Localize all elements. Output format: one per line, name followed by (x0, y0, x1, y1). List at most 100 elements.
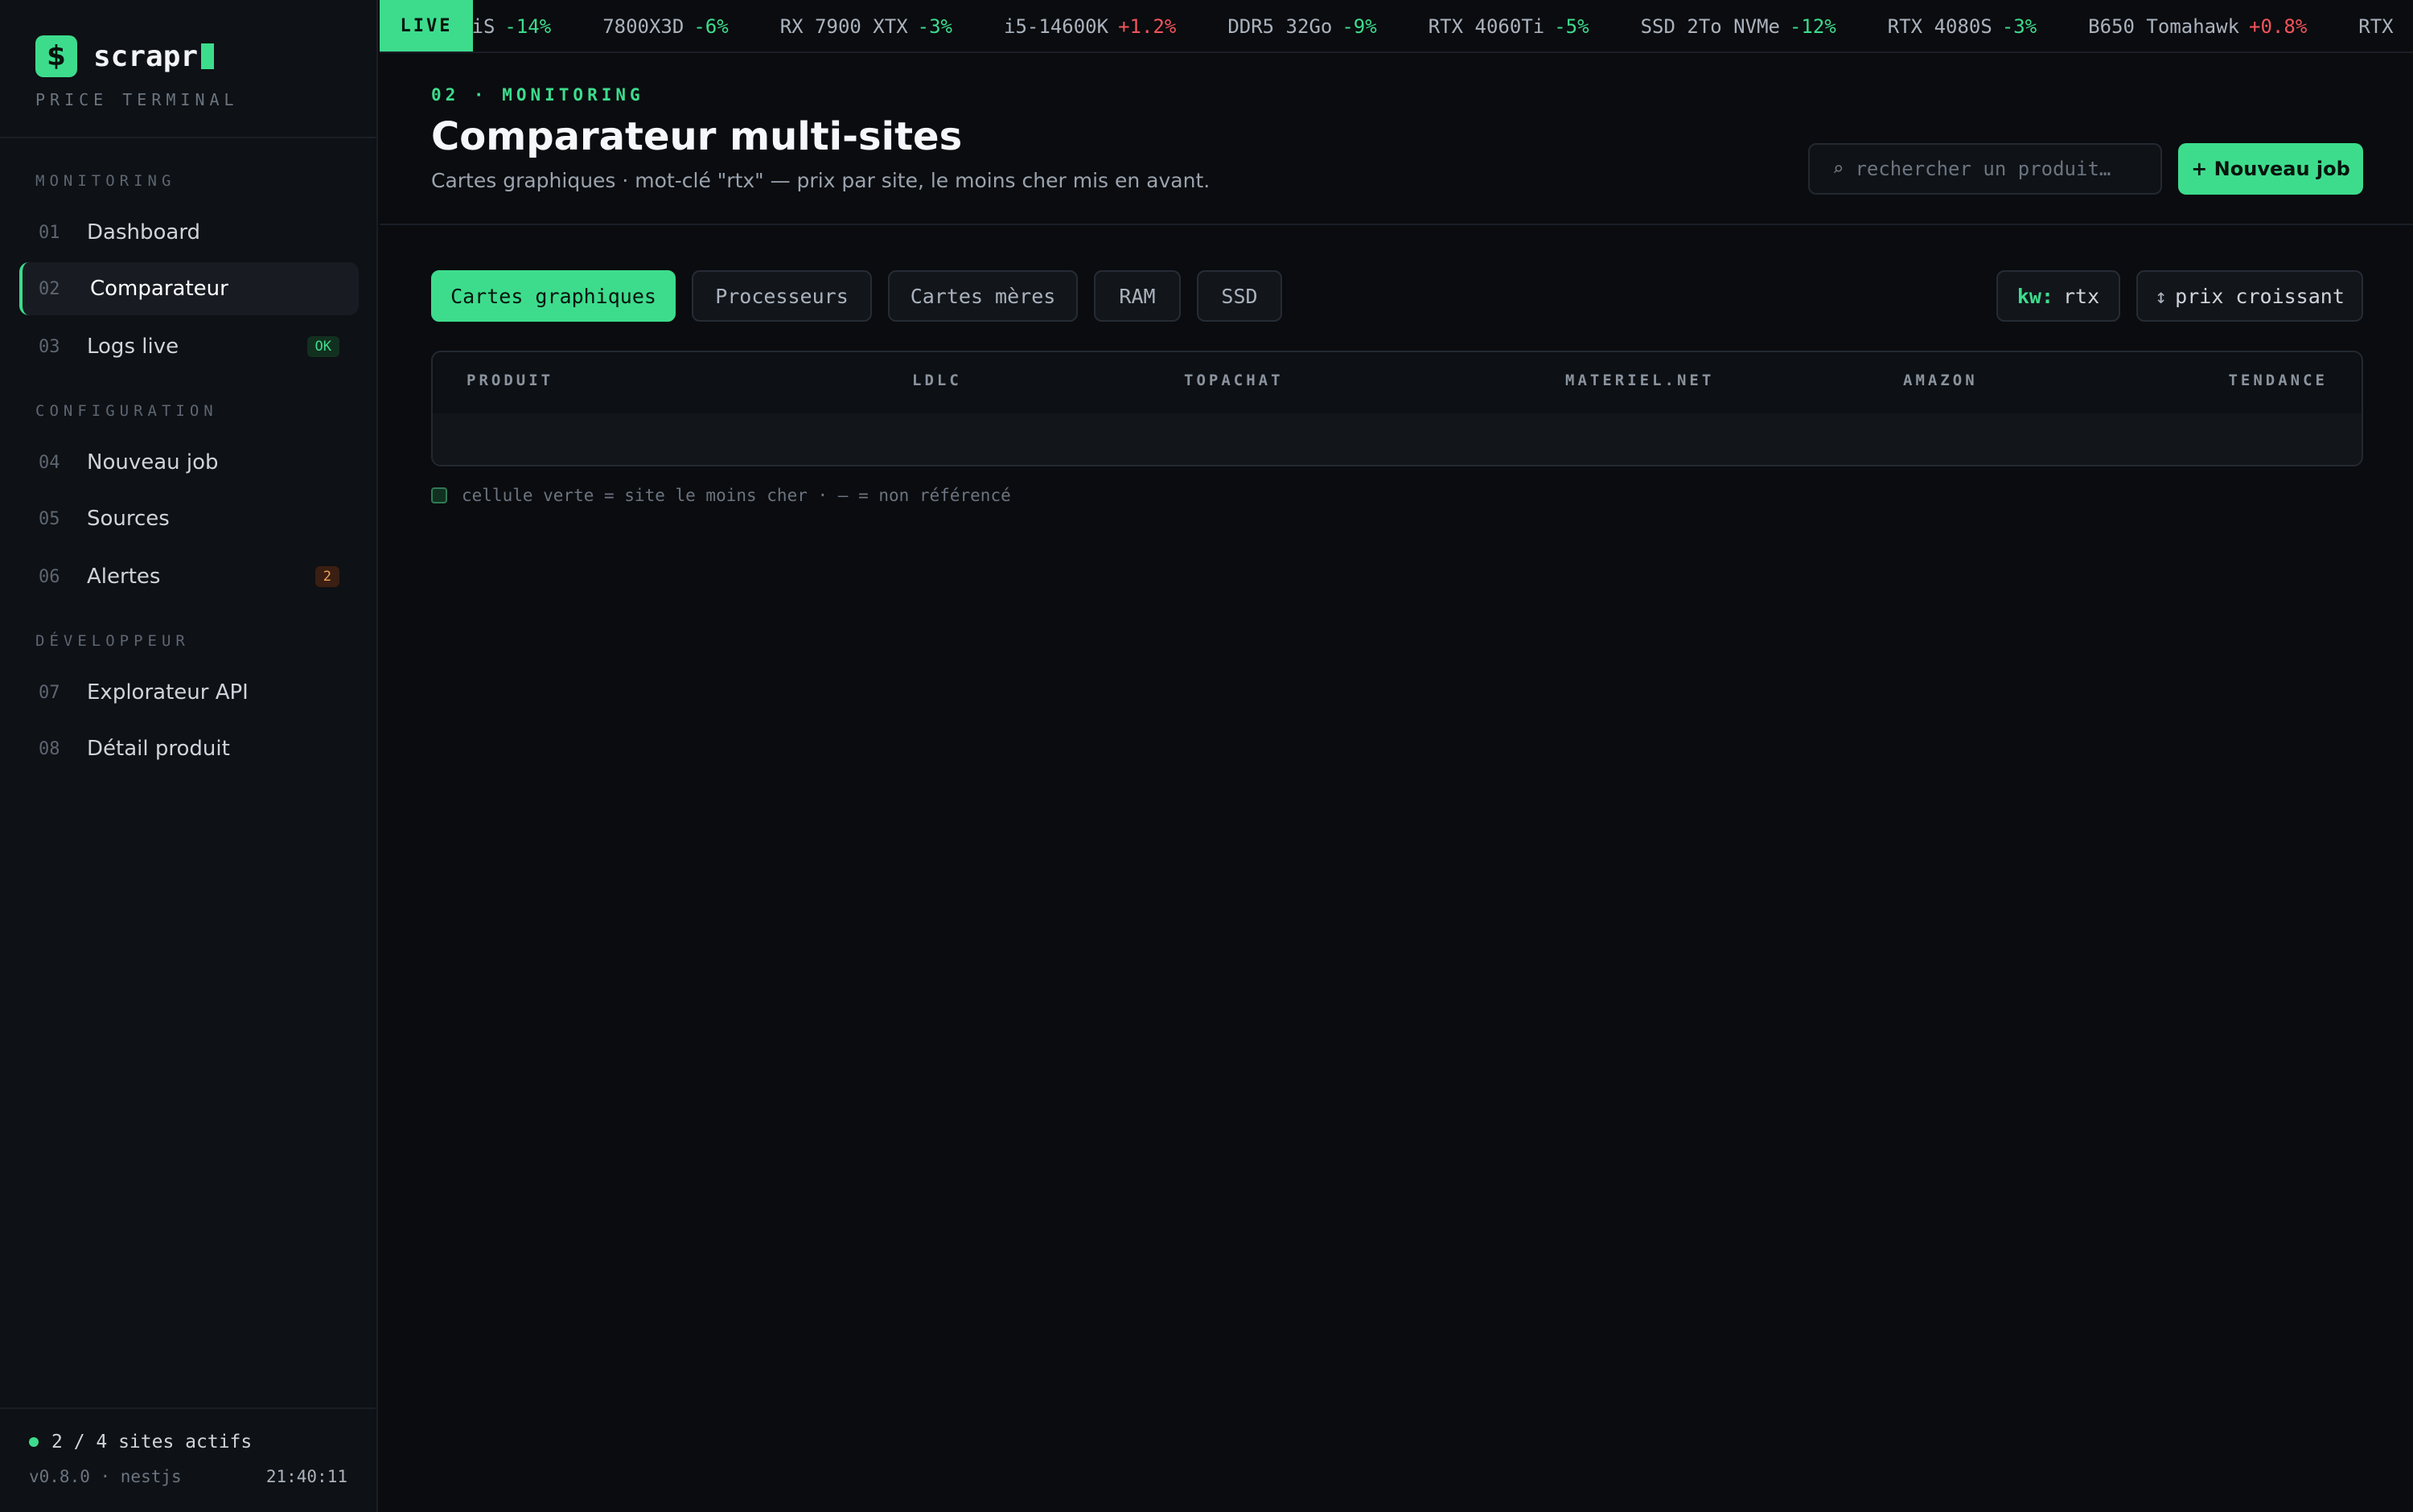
ticker-price-change: +0.8% (2249, 15, 2308, 38)
ticker-price-change: -6% (693, 15, 729, 38)
status-badge-ok: OK (306, 336, 339, 357)
ticker-item: RX 7900 XTX -3% (780, 15, 952, 38)
ticker-price-change: -5% (1554, 15, 1589, 38)
sidebar-item-sources[interactable]: 05 Sources (19, 492, 359, 545)
ticker-item: i5-14600K +1.2% (1004, 15, 1176, 38)
nav-label: Logs live (87, 335, 179, 359)
divider (0, 137, 376, 138)
sidebar-item-logs-live[interactable]: 03 Logs live OK (19, 320, 359, 373)
column-header-materiel-net[interactable]: MATERIEL.NET (1565, 372, 1714, 389)
tab-processeurs[interactable]: Processeurs (692, 270, 872, 322)
legend-text: cellule verte = site le moins cher · — =… (462, 486, 1011, 505)
ticker-track: RTX 4070 TiS-14%7800X3D-6%RX 7900 XTX-3%… (380, 0, 2413, 51)
live-badge: LIVE (380, 0, 473, 51)
price-ticker: LIVE RTX 4070 TiS-14%7800X3D-6%RX 7900 X… (380, 0, 2413, 53)
nav-number: 01 (39, 222, 60, 243)
column-header-tendance[interactable]: TENDANCE (2228, 372, 2328, 389)
ticker-price-change: -9% (1342, 15, 1377, 38)
ticker-price-change: -3% (917, 15, 953, 38)
sort-label: prix croissant (2175, 284, 2345, 308)
section-title-developpeur: DÉVELOPPEUR (35, 632, 190, 650)
column-header-produit[interactable]: PRODUIT (467, 372, 553, 389)
nav-number: 02 (39, 278, 60, 299)
nav-number: 06 (39, 566, 60, 587)
ticker-price-change: +1.2% (1118, 15, 1177, 38)
sidebar-item-comparateur[interactable]: 02 Comparateur (19, 262, 359, 315)
ticker-price-change: -3% (2001, 15, 2037, 38)
nav-label: Dashboard (87, 220, 201, 244)
column-header-topachat[interactable]: TOPACHAT (1184, 372, 1284, 389)
app-version: v0.8.0 · nestjs (29, 1467, 182, 1486)
table-row (433, 413, 2362, 465)
section-title-monitoring: MONITORING (35, 172, 176, 190)
alert-count-badge: 2 (314, 566, 339, 587)
search-icon: ⌕ (1832, 158, 1844, 180)
ticker-item: RTX (2358, 15, 2393, 38)
nav-number: 08 (39, 738, 60, 759)
nav-number: 05 (39, 508, 60, 529)
sidebar-item-nouveau-job[interactable]: 04 Nouveau job (19, 436, 359, 489)
ticker-product-name: RTX 4080S (1887, 15, 1992, 38)
ticker-product-name: RTX (2358, 15, 2394, 38)
ticker-item: SSD 2To NVMe -12% (1641, 15, 1836, 38)
search-input[interactable]: ⌕ rechercher un produit… (1808, 143, 2162, 195)
ticker-price-change: -14% (504, 15, 552, 38)
cursor-block-icon (201, 43, 215, 69)
ticker-product-name: B650 Tomahawk (2088, 15, 2240, 38)
ticker-product-name: RX 7900 XTX (779, 15, 908, 38)
ticker-item: RTX 4060Ti -5% (1428, 15, 1589, 38)
ticker-item: B650 Tomahawk +0.8% (2088, 15, 2307, 38)
nav-label: Comparateur (90, 277, 228, 301)
brand-name-text: scrapr (93, 39, 199, 73)
sidebar-item-alertes[interactable]: 06 Alertes 2 (19, 550, 359, 603)
new-job-button[interactable]: + Nouveau job (2178, 143, 2363, 195)
page-subtitle: Cartes graphiques · mot-clé "rtx" — prix… (431, 169, 1211, 192)
keyword-value: rtx (2063, 284, 2100, 308)
clock: 21:40:11 (265, 1467, 347, 1486)
column-header-amazon[interactable]: AMAZON (1903, 372, 1978, 389)
ticker-item: DDR5 32Go -9% (1227, 15, 1376, 38)
comparison-table: PRODUIT LDLC TOPACHAT MATERIEL.NET AMAZO… (431, 351, 2363, 466)
divider (0, 1407, 376, 1409)
nav-number: 04 (39, 452, 60, 473)
ticker-product-name: 7800X3D (602, 15, 684, 38)
keyword-filter[interactable]: kw: rtx (1996, 270, 2120, 322)
ticker-item: 7800X3D -6% (602, 15, 729, 38)
keyword-key: kw: (2016, 284, 2053, 308)
nav-number: 03 (39, 336, 60, 357)
sidebar-item-dashboard[interactable]: 01 Dashboard (19, 206, 359, 259)
ticker-product-name: SSD 2To NVMe (1640, 15, 1780, 38)
brand-subtitle: PRICE TERMINAL (35, 90, 239, 109)
tab-ram[interactable]: RAM (1094, 270, 1181, 322)
nav-label: Nouveau job (87, 450, 219, 475)
sidebar-item-explorateur-api[interactable]: 07 Explorateur API (19, 666, 359, 719)
section-title-configuration: CONFIGURATION (35, 402, 218, 420)
ticker-product-name: i5-14600K (1004, 15, 1109, 38)
status-dot-icon (29, 1437, 39, 1447)
tab-cartes-graphiques[interactable]: Cartes graphiques (431, 270, 676, 322)
nav-label: Alertes (87, 565, 161, 589)
divider (380, 224, 2413, 225)
sidebar: $ scrapr PRICE TERMINAL MONITORING 01 Da… (0, 0, 378, 1512)
nav-label: Explorateur API (87, 680, 249, 705)
brand-name: scrapr (93, 39, 215, 73)
sort-button[interactable]: ↕ prix croissant (2136, 270, 2363, 322)
nav-label: Sources (87, 507, 170, 531)
tab-ssd[interactable]: SSD (1197, 270, 1282, 322)
ticker-price-change: -12% (1789, 15, 1836, 38)
green-cell-swatch-icon (431, 487, 447, 503)
ticker-product-name: DDR5 32Go (1227, 15, 1333, 38)
sidebar-item-detail-produit[interactable]: 08 Détail produit (19, 722, 359, 775)
table-header: PRODUIT LDLC TOPACHAT MATERIEL.NET AMAZO… (433, 352, 2362, 413)
breadcrumb: 02 · MONITORING (431, 85, 644, 105)
brand[interactable]: $ scrapr (35, 35, 215, 77)
search-placeholder: rechercher un produit… (1855, 158, 2111, 180)
dollar-logo-icon: $ (35, 35, 77, 77)
column-header-ldlc[interactable]: LDLC (912, 372, 962, 389)
page-title: Comparateur multi-sites (431, 114, 963, 159)
ticker-product-name: RTX 4060Ti (1428, 15, 1545, 38)
nav-label: Détail produit (87, 737, 230, 761)
tab-cartes-meres[interactable]: Cartes mères (888, 270, 1078, 322)
table-legend: cellule verte = site le moins cher · — =… (431, 486, 1011, 505)
sites-status: 2 / 4 sites actifs (29, 1432, 252, 1452)
